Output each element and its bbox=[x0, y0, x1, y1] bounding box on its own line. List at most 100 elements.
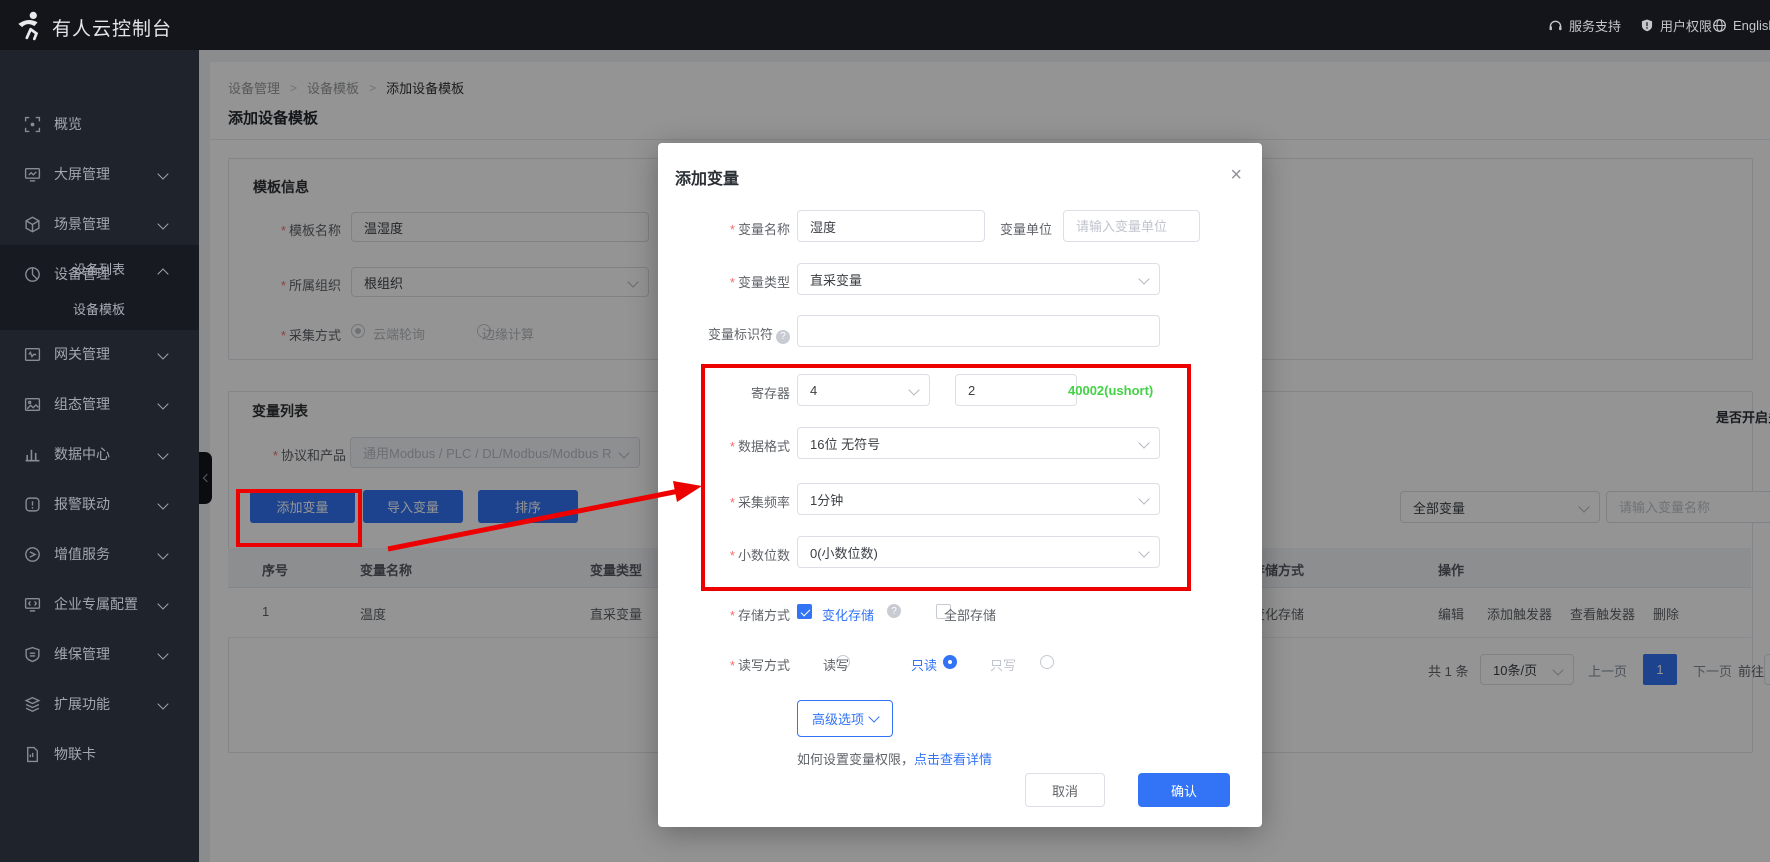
var-identifier-label: 变量标识符? bbox=[658, 324, 790, 344]
configuration-image-icon bbox=[24, 396, 41, 413]
var-unit-input[interactable] bbox=[1063, 210, 1200, 242]
sidebar-item-label: 维保管理 bbox=[54, 644, 110, 664]
help-icon[interactable]: ? bbox=[887, 604, 901, 618]
var-type-label: *变量类型 bbox=[658, 272, 790, 291]
var-identifier-input[interactable] bbox=[797, 315, 1160, 347]
sidebar-item-iot-card[interactable]: 物联卡 bbox=[0, 736, 199, 772]
all-storage-label[interactable]: 全部存储 bbox=[944, 605, 996, 624]
sidebar-item-scada-mgmt[interactable]: 组态管理 bbox=[0, 386, 199, 422]
cancel-button[interactable]: 取消 bbox=[1025, 773, 1105, 807]
data-format-select[interactable]: 16位 无符号 bbox=[797, 427, 1160, 459]
rw-mode-label: *读写方式 bbox=[658, 655, 790, 674]
big-screen-icon bbox=[24, 166, 41, 183]
required-marker: * bbox=[730, 439, 735, 454]
app-root: 有人云控制台 服务支持 用户权限 English bbox=[0, 0, 1770, 862]
write-only-radio[interactable] bbox=[1040, 655, 1054, 669]
sidebar-item-gateway-mgmt[interactable]: 网关管理 bbox=[0, 336, 199, 372]
chevron-down-icon bbox=[157, 648, 168, 659]
sim-card-icon bbox=[24, 746, 41, 763]
var-type-select[interactable]: 直采变量 bbox=[797, 263, 1160, 295]
bar-chart-icon bbox=[24, 446, 41, 463]
sidebar-item-data-center[interactable]: 数据中心 bbox=[0, 436, 199, 472]
sidebar-item-device-list[interactable]: 设备列表 bbox=[0, 253, 199, 283]
chevron-down-icon bbox=[157, 348, 168, 359]
decimal-label: *小数位数 bbox=[658, 545, 790, 564]
sidebar-item-label: 增值服务 bbox=[54, 544, 110, 564]
alarm-icon bbox=[24, 496, 41, 513]
support-menu-item[interactable]: 服务支持 bbox=[1548, 0, 1621, 50]
storage-mode-label: *存储方式 bbox=[658, 605, 790, 624]
permission-detail-link[interactable]: 点击查看详情 bbox=[914, 752, 992, 767]
data-format-value: 16位 无符号 bbox=[810, 434, 880, 453]
sidebar-item-enterprise-config[interactable]: 企业专属配置 bbox=[0, 586, 199, 622]
add-variable-dialog: 添加变量 × *变量名称 变量单位 *变量类型 直采变量 变量标识符? 寄存器 … bbox=[658, 143, 1262, 827]
dialog-title: 添加变量 bbox=[675, 165, 739, 189]
register-address-input[interactable] bbox=[955, 374, 1077, 406]
chevron-down-icon bbox=[157, 448, 168, 459]
read-only-radio[interactable] bbox=[943, 655, 957, 669]
sidebar-item-scene-mgmt[interactable]: 场景管理 bbox=[0, 206, 199, 242]
top-header-bar: 有人云控制台 服务支持 用户权限 English bbox=[0, 0, 1770, 50]
sidebar-nav: 概览 大屏管理 场景管理 设备管理 设备列表 设备模板 网关管理 bbox=[0, 50, 199, 862]
sidebar-item-screen-mgmt[interactable]: 大屏管理 bbox=[0, 156, 199, 192]
sidebar-item-label: 大屏管理 bbox=[54, 164, 110, 184]
cancel-label: 取消 bbox=[1052, 781, 1078, 800]
chevron-down-icon bbox=[157, 698, 168, 709]
sidebar-item-label: 数据中心 bbox=[54, 444, 110, 464]
chevron-down-icon bbox=[157, 598, 168, 609]
sidebar-item-alarm-linkage[interactable]: 报警联动 bbox=[0, 486, 199, 522]
register-type-value: 4 bbox=[810, 383, 817, 398]
register-address-hint: 40002(ushort) bbox=[1068, 383, 1153, 398]
sidebar-item-overview[interactable]: 概览 bbox=[0, 106, 199, 142]
support-label: 服务支持 bbox=[1569, 16, 1621, 35]
app-title: 有人云控制台 bbox=[52, 14, 172, 41]
close-icon[interactable]: × bbox=[1230, 165, 1242, 185]
write-only-label[interactable]: 只写 bbox=[990, 655, 1016, 674]
change-storage-checkbox[interactable] bbox=[797, 604, 812, 619]
permissions-label: 用户权限 bbox=[1660, 16, 1712, 35]
var-name-label: *变量名称 bbox=[658, 219, 790, 238]
advanced-options-button[interactable]: 高级选项 bbox=[797, 700, 893, 737]
frequency-label: *采集频率 bbox=[658, 492, 790, 511]
read-write-label[interactable]: 读写 bbox=[823, 655, 849, 674]
sidebar-item-value-added[interactable]: 增值服务 bbox=[0, 536, 199, 572]
sidebar-item-label: 场景管理 bbox=[54, 214, 110, 234]
read-only-label[interactable]: 只读 bbox=[911, 655, 937, 674]
language-label: English bbox=[1733, 18, 1770, 33]
required-marker: * bbox=[730, 658, 735, 673]
headset-icon bbox=[1548, 18, 1563, 33]
sidebar-item-maintenance[interactable]: 维保管理 bbox=[0, 636, 199, 672]
language-menu-item[interactable]: English bbox=[1712, 0, 1770, 50]
decimal-select[interactable]: 0(小数位数) bbox=[797, 536, 1160, 568]
var-type-value: 直采变量 bbox=[810, 270, 862, 289]
sidebar-item-extensions[interactable]: 扩展功能 bbox=[0, 686, 199, 722]
sidebar-item-device-template[interactable]: 设备模板 bbox=[0, 293, 199, 323]
chevron-down-icon bbox=[908, 384, 919, 395]
frequency-select[interactable]: 1分钟 bbox=[797, 483, 1160, 515]
permissions-menu-item[interactable]: 用户权限 bbox=[1640, 0, 1712, 50]
chevron-down-icon bbox=[157, 168, 168, 179]
var-name-input[interactable] bbox=[797, 210, 985, 242]
sidebar-item-label: 网关管理 bbox=[54, 344, 110, 364]
required-marker: * bbox=[730, 222, 735, 237]
frequency-value: 1分钟 bbox=[810, 490, 843, 509]
chevron-down-icon bbox=[1138, 273, 1149, 284]
chevron-down-icon bbox=[157, 498, 168, 509]
help-icon[interactable]: ? bbox=[776, 330, 790, 344]
submenu-item-label: 设备模板 bbox=[73, 299, 125, 318]
register-type-select[interactable]: 4 bbox=[797, 374, 930, 406]
enterprise-config-icon bbox=[24, 596, 41, 613]
overview-icon bbox=[24, 116, 41, 133]
required-marker: * bbox=[730, 495, 735, 510]
chevron-down-icon bbox=[157, 218, 168, 229]
submenu-item-label: 设备列表 bbox=[73, 259, 125, 278]
required-marker: * bbox=[730, 608, 735, 623]
change-storage-label[interactable]: 变化存储 bbox=[822, 605, 874, 624]
data-format-label: *数据格式 bbox=[658, 436, 790, 455]
sidebar-item-label: 组态管理 bbox=[54, 394, 110, 414]
shield-icon bbox=[1640, 18, 1654, 33]
scene-cube-icon bbox=[24, 216, 41, 233]
maintenance-shield-icon bbox=[24, 646, 41, 663]
sidebar-item-label: 报警联动 bbox=[54, 494, 110, 514]
confirm-button[interactable]: 确认 bbox=[1138, 773, 1230, 807]
